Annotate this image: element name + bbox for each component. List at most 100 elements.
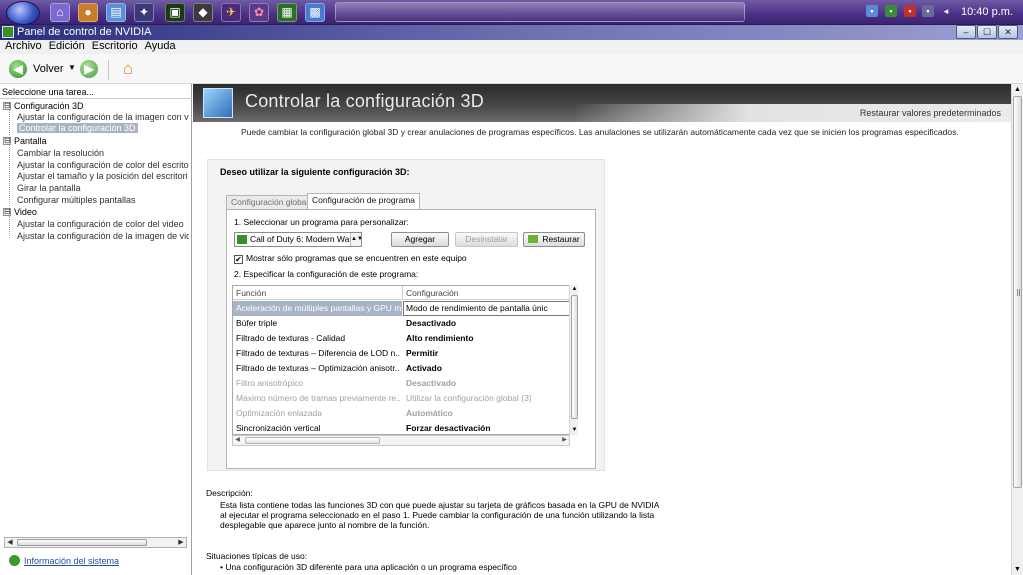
add-button[interactable]: Agregar [391, 232, 449, 247]
table-row[interactable]: Máximo número de tramas previamente re..… [233, 391, 577, 406]
setting-cell[interactable]: Desactivado [406, 378, 571, 388]
menu-edicion[interactable]: Edición [49, 40, 85, 54]
clock[interactable]: 10:40 p.m. [961, 6, 1013, 18]
page-banner: Controlar la configuración 3D Restaurar … [193, 84, 1011, 122]
home-icon[interactable]: ⌂ [50, 3, 70, 22]
collapse-icon[interactable]: ⊟ [3, 102, 11, 110]
table-row[interactable]: Sincronización vertical Forzar desactivac… [233, 421, 577, 434]
nvidia-app-icon [2, 26, 14, 38]
menu-escritorio[interactable]: Escritorio [92, 40, 138, 54]
show-local-programs-row[interactable]: ✔ Mostrar sólo programas que se encuentre… [234, 253, 467, 264]
tab-program-settings[interactable]: Configuración de programa [307, 193, 421, 210]
setting-cell[interactable]: Forzar desactivación [406, 423, 571, 433]
tree-node-display[interactable]: ⊟ Pantalla [3, 136, 47, 147]
column-header-feature[interactable]: Función [236, 288, 266, 298]
menu-ayuda[interactable]: Ayuda [145, 40, 176, 54]
scroll-down-icon[interactable]: ▼ [1012, 564, 1023, 575]
grid-horizontal-scrollbar[interactable]: ◀ ▶ [232, 435, 570, 446]
nvidia-icon[interactable]: ▦ [277, 3, 297, 22]
collapse-icon[interactable]: ⊟ [3, 208, 11, 216]
scroll-left-icon[interactable]: ◀ [233, 436, 242, 445]
close-button[interactable]: ✕ [998, 25, 1018, 39]
chevron-down-icon[interactable]: ▼ [68, 63, 76, 72]
menu-archivo[interactable]: Archivo [5, 40, 42, 54]
setting-cell[interactable]: Desactivado [406, 318, 571, 328]
program-select[interactable]: Call of Duty 6: Modern Warfar... ▲▼ [234, 232, 362, 247]
restore-defaults-link[interactable]: Restaurar valores predeterminados [860, 108, 1001, 118]
restore-button[interactable]: Restaurar [523, 232, 585, 247]
tree-item-color[interactable]: Ajustar la configuración de color del es… [17, 160, 189, 171]
system-info-link[interactable]: Información del sistema [9, 555, 119, 566]
tree-node-3d[interactable]: ⊟ Configuración 3D [3, 101, 84, 112]
collapse-icon[interactable]: ⊟ [3, 137, 11, 145]
maximize-button[interactable]: ☐ [977, 25, 997, 39]
scroll-right-icon[interactable]: ▶ [176, 538, 186, 547]
feature-cell: Filtrado de texturas - Calidad [236, 333, 346, 343]
scrollbar-thumb[interactable] [245, 437, 380, 444]
tree-item-video-color[interactable]: Ajustar la configuración de color del vi… [17, 219, 184, 230]
shield-icon[interactable]: ▪ [904, 5, 916, 17]
tree-item-label: Ajustar la configuración de la imagen co… [17, 112, 189, 122]
tree-item-size-position[interactable]: Ajustar el tamaño y la posición del escr… [17, 171, 188, 182]
spinner-arrows-icon[interactable]: ▲▼ [350, 233, 361, 246]
table-row[interactable]: Aceleración de múltiples pantallas y GPU… [233, 301, 577, 316]
game-icon[interactable]: ◆ [193, 3, 213, 22]
setting-cell[interactable]: Automático [406, 408, 571, 418]
paint-icon[interactable]: ✿ [249, 3, 269, 22]
sidebar-horizontal-scrollbar[interactable]: ◀ ▶ [4, 537, 187, 548]
table-row[interactable]: Filtrado de texturas – Diferencia de LOD… [233, 346, 577, 361]
scrollbar-thumb[interactable] [17, 539, 147, 546]
minimize-button[interactable]: ‒ [956, 25, 976, 39]
scroll-down-icon[interactable]: ▼ [570, 426, 579, 435]
browser-icon[interactable]: ● [78, 3, 98, 22]
tree-item-video-image[interactable]: Ajustar la configuración de la imagen de… [17, 231, 189, 242]
home-icon[interactable]: ⌂ [117, 58, 139, 80]
table-row[interactable]: Optimización enlazada Automático [233, 406, 577, 421]
folder-icon[interactable]: ▤ [106, 3, 126, 22]
table-row[interactable]: Búfer triple Desactivado [233, 316, 577, 331]
settings-grid: Función Configuración Aceleración de múl… [232, 285, 578, 435]
display-icon[interactable]: ▪ [922, 5, 934, 17]
back-button-label[interactable]: Volver [33, 63, 64, 75]
scroll-up-icon[interactable]: ▲ [570, 285, 579, 294]
scroll-up-icon[interactable]: ▲ [1012, 84, 1023, 95]
forward-arrow-icon[interactable]: ▶ [80, 60, 98, 78]
start-button[interactable] [6, 1, 40, 25]
table-row[interactable]: Filtrado de texturas - Calidad Alto rendi… [233, 331, 577, 346]
scrollbar-thumb[interactable] [1013, 96, 1022, 488]
scroll-right-icon[interactable]: ▶ [560, 436, 569, 445]
tree-item-manage-3d[interactable]: Controlar la configuración 3D [17, 123, 138, 134]
setting-cell[interactable]: Permitir [406, 348, 571, 358]
scrollbar-thumb[interactable] [571, 295, 578, 419]
plane-icon[interactable]: ✈ [221, 3, 241, 22]
taskbar-running-program[interactable] [335, 2, 745, 22]
network-icon[interactable]: ▪ [866, 5, 878, 17]
page-vertical-scrollbar[interactable]: ▲ ▼ [1011, 84, 1023, 575]
back-arrow-icon[interactable]: ◀ [9, 60, 27, 78]
uninstall-button[interactable]: Desinstalar [455, 232, 518, 247]
tab-global-settings[interactable]: Configuración global [226, 195, 314, 210]
scroll-left-icon[interactable]: ◀ [5, 538, 15, 547]
intro-text: Puede cambiar la configuración global 3D… [241, 127, 959, 137]
table-row[interactable]: Filtrado de texturas – Optimización anis… [233, 361, 577, 376]
tree-item-rotate[interactable]: Girar la pantalla [17, 183, 81, 194]
setting-cell[interactable]: Utilizar la configuración global (3) [406, 393, 571, 403]
tree-item-resolution[interactable]: Cambiar la resolución [17, 148, 104, 159]
tree-item-image-settings[interactable]: Ajustar la configuración de la imagen co… [17, 112, 189, 123]
tree-item-label: Ajustar el tamaño y la posición del escr… [17, 171, 188, 181]
setting-cell[interactable]: Alto rendimiento [406, 333, 571, 343]
grid-vertical-scrollbar[interactable]: ▲ ▼ [569, 285, 578, 435]
column-header-setting[interactable]: Configuración [406, 288, 458, 298]
divider [0, 98, 192, 99]
photos-icon[interactable]: ✦ [134, 3, 154, 22]
media-icon[interactable]: ▣ [165, 3, 185, 22]
user-icon[interactable]: ▪ [885, 5, 897, 17]
tree-item-multi-display[interactable]: Configurar múltiples pantallas [17, 195, 136, 206]
tree-node-video[interactable]: ⊟ Video [3, 207, 37, 218]
network-app-icon[interactable]: ▩ [305, 3, 325, 22]
setting-cell[interactable]: Activado [406, 363, 571, 373]
volume-icon[interactable]: ◂ [940, 5, 952, 17]
setting-cell[interactable]: Modo de rendimiento de pantalla únic [403, 301, 577, 316]
table-row[interactable]: Filtro anisotrópico Desactivado [233, 376, 577, 391]
show-local-programs-checkbox[interactable]: ✔ [234, 255, 243, 264]
